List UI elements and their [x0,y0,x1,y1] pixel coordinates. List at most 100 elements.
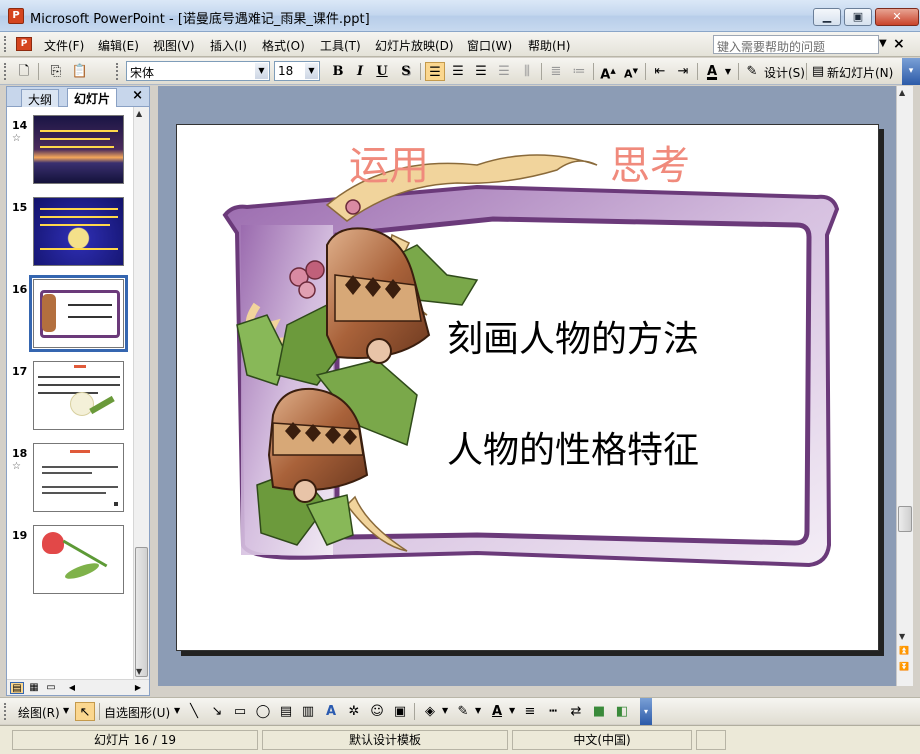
toolbar-options-icon[interactable]: ▾ [902,58,920,85]
select-pointer-icon[interactable]: ↖ [75,702,95,721]
justify-icon[interactable]: ☰ [494,62,514,81]
bullets-icon[interactable]: ≔ [569,62,589,81]
bold-button[interactable]: B [328,62,348,81]
align-right-icon[interactable]: ☰ [471,62,491,81]
line-style-icon[interactable]: ≡ [520,702,540,721]
dash-style-icon[interactable]: ┅ [543,702,563,721]
slide-thumbnail-17[interactable] [33,361,124,430]
decrease-indent-icon[interactable]: ⇤ [650,62,670,81]
decrease-font-icon[interactable]: A▼ [621,62,641,81]
font-color-icon[interactable]: A [487,702,507,721]
line-color-icon[interactable]: ✎ [453,702,473,721]
menu-slideshow[interactable]: 幻灯片放映(D) [375,37,454,54]
chevron-down-icon[interactable]: ▼ [722,62,734,81]
design-button[interactable]: 设计(S) [764,64,805,81]
font-color-icon[interactable]: A [702,62,722,81]
close-button[interactable]: ✕ [875,8,919,26]
fill-color-icon[interactable]: ◈ [420,702,440,721]
chevron-down-icon[interactable]: ▼ [475,706,481,715]
chevron-down-icon[interactable]: ▼ [879,38,887,49]
thumbnail-scrollbar[interactable]: ▲ ▼ [133,107,149,679]
arrow-style-icon[interactable]: ⇄ [566,702,586,721]
slide-scrollbar[interactable]: ▲ ▼ ⏫ ⏬ [896,86,913,686]
new-slide-icon[interactable]: ▤ [808,62,828,81]
slide-thumbnail-16[interactable] [29,275,128,352]
scrollbar-thumb[interactable] [135,547,148,677]
font-size-select[interactable]: 18 ▼ [274,61,320,81]
scroll-up-icon[interactable]: ▲ [136,109,142,118]
slide-text-line2[interactable]: 人物的性格特征 [447,421,699,473]
rectangle-icon[interactable]: ▭ [230,702,250,721]
menu-edit[interactable]: 编辑(E) [98,37,139,54]
slide-text-line1[interactable]: 刻画人物的方法 [447,310,699,362]
chevron-down-icon[interactable]: ▼ [442,706,448,715]
toolbar-grip[interactable] [4,703,7,720]
menu-window[interactable]: 窗口(W) [467,37,512,54]
line-icon[interactable]: ╲ [184,702,204,721]
menu-tools[interactable]: 工具(T) [320,37,361,54]
scrollbar-thumb[interactable] [898,506,912,532]
menu-help[interactable]: 帮助(H) [528,37,570,54]
diagram-icon[interactable]: ✲ [344,702,364,721]
slideshow-icon[interactable]: ▭ [44,682,58,694]
copy-icon[interactable]: ⎘ [46,62,66,81]
numbering-icon[interactable]: ≣ [546,62,566,81]
document-icon[interactable]: P [16,37,32,51]
slide-title-left[interactable]: 运用 [349,133,429,191]
shadow-style-icon[interactable]: ■ [589,702,609,721]
3d-style-icon[interactable]: ◧ [612,702,632,721]
shadow-button[interactable]: S [396,62,416,81]
document-close-button[interactable]: × [893,36,905,52]
next-slide-icon[interactable]: ⏬ [899,662,909,671]
picture-icon[interactable]: ▣ [390,702,410,721]
chevron-down-icon[interactable]: ▼ [255,63,268,79]
restore-button[interactable]: ▣ [844,8,872,26]
menu-insert[interactable]: 插入(I) [210,37,247,54]
scroll-right-icon[interactable]: ▶ [131,682,145,694]
tab-outline[interactable]: 大纲 [21,89,60,107]
scroll-left-icon[interactable]: ◀ [65,682,79,694]
menu-file[interactable]: 文件(F) [44,37,84,54]
chevron-down-icon[interactable]: ▼ [174,706,180,715]
textbox-icon[interactable]: ▤ [276,702,296,721]
arrow-icon[interactable]: ↘ [207,702,227,721]
chevron-down-icon[interactable]: ▼ [63,706,69,715]
paste-icon[interactable]: 📋 [70,62,90,81]
menu-format[interactable]: 格式(O) [262,37,305,54]
slide-thumbnail-14[interactable] [33,115,124,184]
vertical-textbox-icon[interactable]: ▥ [298,702,318,721]
normal-view-icon[interactable]: ▤ [10,682,24,694]
previous-slide-icon[interactable]: ⏫ [899,646,909,655]
scroll-down-icon[interactable]: ▼ [136,667,142,676]
tab-slides[interactable]: 幻灯片 [67,88,118,108]
toolbar-grip[interactable] [4,36,7,52]
help-search-input[interactable]: 键入需要帮助的问题 [713,35,879,54]
powerpoint-icon[interactable]: P [8,8,24,24]
font-name-select[interactable]: 宋体 ▼ [126,61,270,81]
slide-thumbnail-15[interactable] [33,197,124,266]
new-slide-button[interactable]: 新幻灯片(N) [827,64,893,81]
slide-thumbnail-19[interactable] [33,525,124,594]
slide-sorter-icon[interactable]: ▦ [27,682,41,694]
slide-thumbnail-18[interactable] [33,443,124,512]
close-icon[interactable]: × [132,88,143,103]
chevron-down-icon[interactable]: ▼ [509,706,515,715]
align-left-icon[interactable]: ☰ [425,62,445,81]
toolbar-grip[interactable] [4,63,7,80]
new-document-icon[interactable]: 🗋 [14,62,34,81]
underline-button[interactable]: U [372,62,392,81]
italic-button[interactable]: I [350,62,370,81]
scroll-down-icon[interactable]: ▼ [899,632,905,641]
wordart-icon[interactable]: A [321,702,341,721]
scroll-up-icon[interactable]: ▲ [899,88,905,97]
design-icon[interactable]: ✎ [742,62,762,81]
autoshapes-button[interactable]: 自选图形(U) [104,704,170,721]
align-center-icon[interactable]: ☰ [448,62,468,81]
oval-icon[interactable]: ◯ [253,702,273,721]
minimize-button[interactable]: ▁ [813,8,841,26]
slide-title-right[interactable]: 思考 [610,133,690,191]
current-slide[interactable]: 运用 思考 刻画人物的方法 人物的性格特征 [176,124,879,651]
toolbar-grip[interactable] [116,63,119,80]
draw-menu-button[interactable]: 绘图(R) [18,704,60,721]
menu-view[interactable]: 视图(V) [153,37,195,54]
